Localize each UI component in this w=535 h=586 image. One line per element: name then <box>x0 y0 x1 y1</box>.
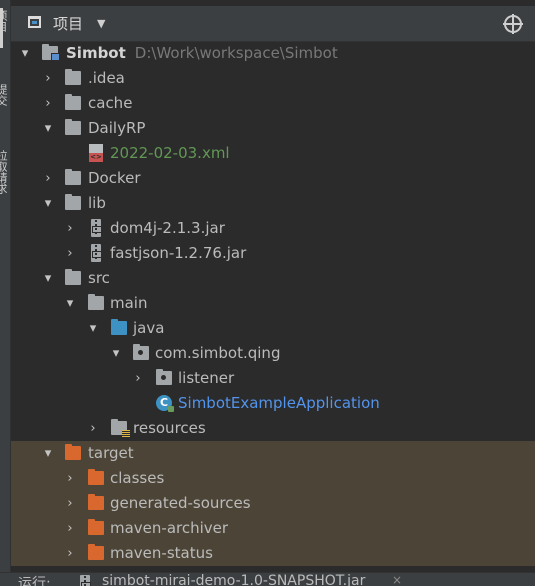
run-label: 运行: <box>18 576 51 586</box>
project-panel-header: 项目 ▼ <box>11 6 535 42</box>
excluded-folder-icon <box>88 519 104 535</box>
excluded-folder-icon <box>65 444 81 460</box>
tree-label: SimbotExampleApplication <box>178 394 380 412</box>
excluded-folder-icon <box>88 469 104 485</box>
tree-row-src[interactable]: ▾ src <box>11 266 535 291</box>
tree-label: lib <box>88 194 106 212</box>
project-icon <box>28 16 41 28</box>
tree-row-classes[interactable]: › classes <box>11 466 535 491</box>
run-tab-title[interactable]: simbot-mirai-demo-1.0-SNAPSHOT.jar <box>102 573 365 586</box>
expand-arrow-icon[interactable]: ▾ <box>19 41 31 66</box>
tree-label: maven-archiver <box>110 519 229 537</box>
folder-icon <box>65 194 81 210</box>
tree-row-idea[interactable]: › .idea <box>11 66 535 91</box>
tree-label: listener <box>178 369 235 387</box>
excluded-folder-icon <box>88 544 104 560</box>
folder-icon <box>65 269 81 285</box>
project-tool-tab[interactable]: 项目 <box>0 10 9 46</box>
tree-row-dom4j-jar[interactable]: › dom4j-2.1.3.jar <box>11 216 535 241</box>
tree-row-java[interactable]: ▾ java <box>11 316 535 341</box>
module-folder-icon <box>42 44 60 61</box>
expand-arrow-icon[interactable]: ▾ <box>42 116 54 141</box>
project-tree: ▾ Simbot D:\Work\workspace\Simbot › .idea… <box>11 41 535 567</box>
collapsed-arrow-icon[interactable]: › <box>64 241 76 266</box>
pull-requests-tool-tab[interactable]: 拉取请求 <box>0 150 9 230</box>
collapsed-arrow-icon[interactable]: › <box>132 366 144 391</box>
tree-label: maven-status <box>110 544 213 562</box>
collapsed-arrow-icon[interactable]: › <box>64 541 76 566</box>
module-path: D:\Work\workspace\Simbot <box>134 44 338 62</box>
tree-row-generated-sources[interactable]: › generated-sources <box>11 491 535 516</box>
tree-label: classes <box>110 469 165 487</box>
tree-label: Simbot D:\Work\workspace\Simbot <box>66 44 338 62</box>
tree-label: .idea <box>88 69 125 87</box>
tree-label: target <box>88 444 134 462</box>
dropdown-caret-icon[interactable]: ▼ <box>97 17 105 30</box>
tree-label: Docker <box>88 169 141 187</box>
collapsed-arrow-icon[interactable]: › <box>42 66 54 91</box>
collapsed-arrow-icon[interactable]: › <box>64 216 76 241</box>
tree-label: main <box>110 294 148 312</box>
package-icon <box>156 369 172 385</box>
tree-row-resources[interactable]: › resources <box>11 416 535 441</box>
jar-icon <box>80 575 91 586</box>
tree-row-cache[interactable]: › cache <box>11 91 535 116</box>
commit-tool-tab[interactable]: 提交 <box>0 84 9 120</box>
package-icon <box>133 344 149 360</box>
tree-row-maven-archiver[interactable]: › maven-archiver <box>11 516 535 541</box>
collapsed-arrow-icon[interactable]: › <box>87 416 99 441</box>
collapsed-arrow-icon[interactable]: › <box>64 491 76 516</box>
folder-icon <box>65 119 81 135</box>
tree-row-target[interactable]: ▾ target <box>11 441 535 466</box>
folder-icon <box>88 294 104 310</box>
tree-label: java <box>133 319 165 337</box>
folder-icon <box>65 94 81 110</box>
tree-label: DailyRP <box>88 119 146 137</box>
expand-arrow-icon[interactable]: ▾ <box>64 291 76 316</box>
expand-arrow-icon[interactable]: ▾ <box>110 341 122 366</box>
tree-label: dom4j-2.1.3.jar <box>110 219 225 237</box>
collapsed-arrow-icon[interactable]: › <box>64 466 76 491</box>
folder-icon <box>65 169 81 185</box>
expand-arrow-icon[interactable]: ▾ <box>42 266 54 291</box>
tree-row-listener[interactable]: › listener <box>11 366 535 391</box>
collapsed-arrow-icon[interactable]: › <box>42 91 54 116</box>
tree-label: generated-sources <box>110 494 251 512</box>
tree-label: src <box>88 269 110 287</box>
expand-arrow-icon[interactable]: ▾ <box>42 441 54 466</box>
panel-title[interactable]: 项目 <box>53 13 83 34</box>
tree-label: cache <box>88 94 133 112</box>
source-folder-icon <box>111 319 127 335</box>
tree-label: 2022-02-03.xml <box>110 144 230 162</box>
locate-target-icon[interactable] <box>503 14 523 34</box>
close-icon[interactable]: × <box>392 573 402 586</box>
jar-icon <box>91 219 102 237</box>
collapsed-arrow-icon[interactable]: › <box>42 166 54 191</box>
tree-row-fastjson-jar[interactable]: › fastjson-1.2.76.jar <box>11 241 535 266</box>
tree-row-maven-status[interactable]: › maven-status <box>11 541 535 566</box>
tree-row-package-root[interactable]: ▾ com.simbot.qing <box>11 341 535 366</box>
jar-icon <box>91 244 102 262</box>
run-tool-window-bar: 运行: simbot-mirai-demo-1.0-SNAPSHOT.jar × <box>0 572 535 586</box>
tree-row-xml-file[interactable]: 2022-02-03.xml <box>11 141 535 166</box>
folder-icon <box>65 69 81 85</box>
tool-window-strip: 项目 提交 拉取请求 <box>0 0 11 586</box>
tree-row-main[interactable]: ▾ main <box>11 291 535 316</box>
expand-arrow-icon[interactable]: ▾ <box>42 191 54 216</box>
collapsed-arrow-icon[interactable]: › <box>64 516 76 541</box>
tree-label: com.simbot.qing <box>155 344 281 362</box>
tree-row-main-class[interactable]: C SimbotExampleApplication <box>11 391 535 416</box>
tree-row-lib[interactable]: ▾ lib <box>11 191 535 216</box>
resources-folder-icon <box>111 419 130 437</box>
tree-label: fastjson-1.2.76.jar <box>110 244 247 262</box>
expand-arrow-icon[interactable]: ▾ <box>87 316 99 341</box>
xml-file-icon <box>89 144 103 162</box>
excluded-folder-icon <box>88 494 104 510</box>
java-class-icon: C <box>156 395 174 412</box>
tree-label: resources <box>133 419 206 437</box>
tree-row-simbot[interactable]: ▾ Simbot D:\Work\workspace\Simbot <box>11 41 535 66</box>
tree-row-docker[interactable]: › Docker <box>11 166 535 191</box>
tree-row-dailyrp[interactable]: ▾ DailyRP <box>11 116 535 141</box>
